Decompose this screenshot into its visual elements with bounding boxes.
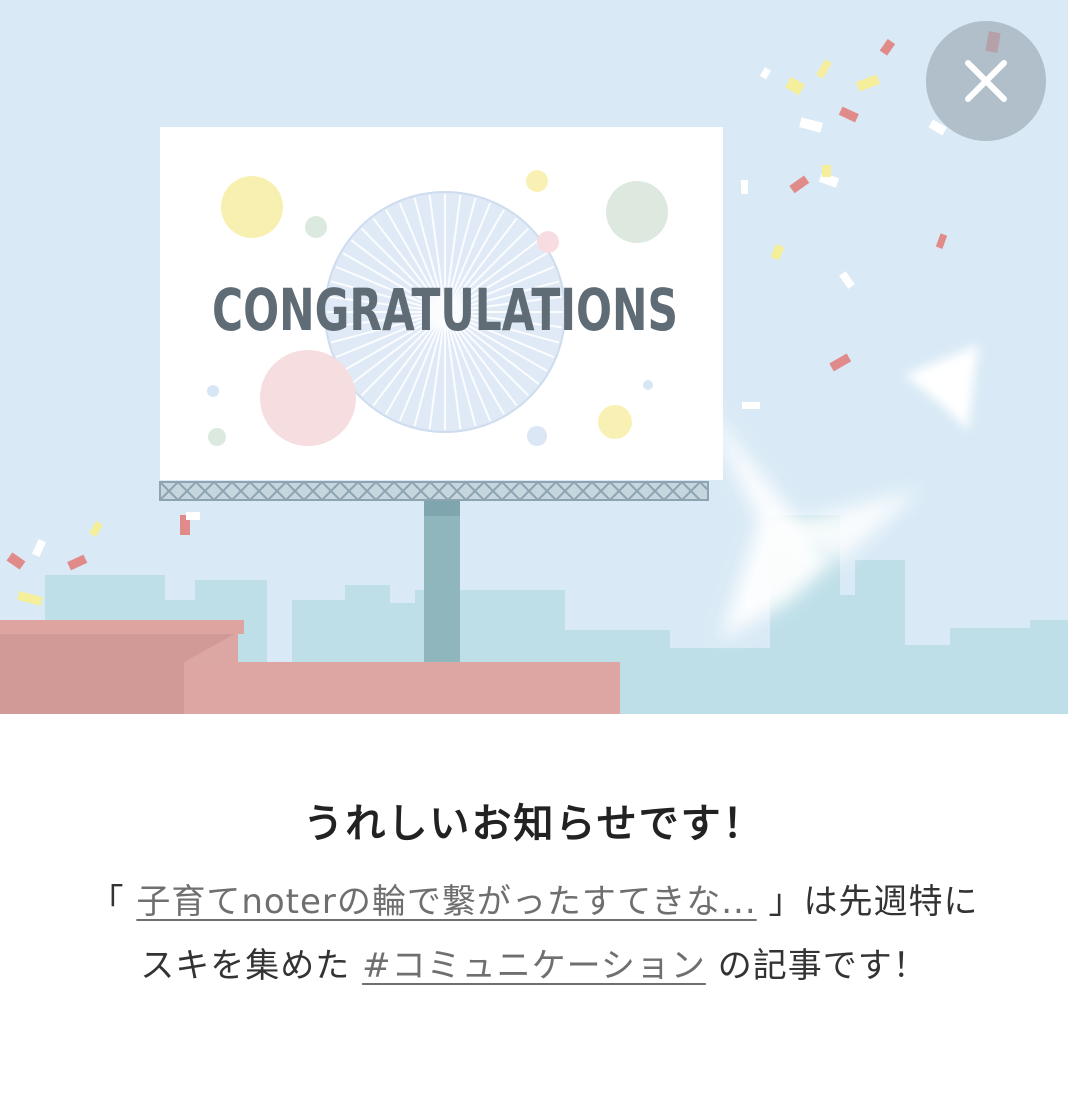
close-icon xyxy=(965,60,1007,102)
close-button[interactable] xyxy=(926,21,1046,141)
article-title-link[interactable]: 子育てnoterの輪で繋がったすてきな... xyxy=(136,882,756,922)
notice-body: 「 子育てnoterの輪で繋がったすてきな... 」は先週特にスキを集めた #コ… xyxy=(84,870,984,998)
notice-content: うれしいお知らせです！ 「 子育てnoterの輪で繋がったすてきな... 」は先… xyxy=(0,714,1068,1114)
congratulations-modal: CONGRATULATIONS うれしいお知らせです！ 「 子育てnoterの輪… xyxy=(0,0,1068,1114)
notice-headline: うれしいお知らせです！ xyxy=(303,801,765,847)
billboard-pole xyxy=(424,498,460,668)
notice-text-1: 」は先週 xyxy=(756,882,909,922)
notice-text-3: の記事です！ xyxy=(705,946,928,986)
congratulations-illustration: CONGRATULATIONS xyxy=(0,0,1068,714)
hashtag-link[interactable]: #コミュニケーション xyxy=(362,946,706,986)
quote-open: 「 xyxy=(89,882,137,922)
billboard-congratulations-text: CONGRATULATIONS xyxy=(212,276,678,344)
billboard-truss xyxy=(159,480,709,502)
